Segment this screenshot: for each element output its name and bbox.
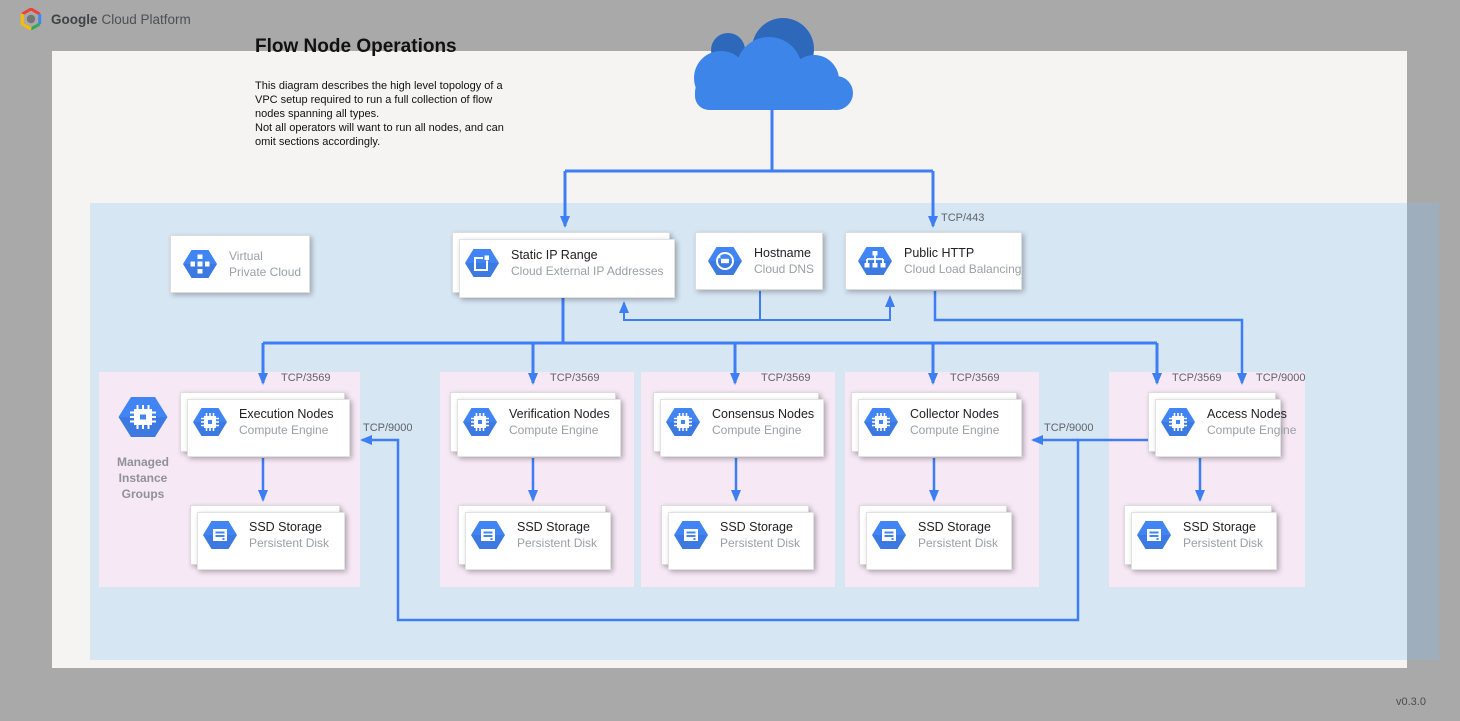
static-ip-range-card: Static IP Range Cloud External IP Addres… [452,232,670,293]
port-label-tcp9000-collector: TCP/9000 [1044,422,1094,434]
external-ip-icon [464,247,500,279]
port-label-tcp3569-verification: TCP/3569 [550,372,600,384]
access-ssd-title: SSD Storage [1183,519,1263,535]
compute-engine-icon [1160,406,1196,438]
vpc-card-line2: Private Cloud [229,264,301,280]
access-nodes-subtitle: Compute Engine [1207,422,1296,438]
persistent-disk-icon [202,519,238,551]
access-nodes-card: Access Nodes Compute Engine [1148,392,1276,452]
cloud-icon [683,16,863,112]
compute-engine-icon [665,406,701,438]
verification-nodes-subtitle: Compute Engine [509,422,610,438]
virtual-private-cloud-icon [182,248,218,280]
execution-nodes-card: Execution Nodes Compute Engine [180,392,345,452]
verification-nodes-title: Verification Nodes [509,406,610,422]
compute-engine-icon [462,406,498,438]
port-label-tcp9000-access: TCP/9000 [1256,372,1306,384]
verification-ssd-subtitle: Persistent Disk [517,535,597,551]
hostname-card: Hostname Cloud DNS [695,232,823,290]
consensus-ssd-card: SSD Storage Persistent Disk [661,505,809,565]
execution-ssd-subtitle: Persistent Disk [249,535,329,551]
persistent-disk-icon [673,519,709,551]
verification-nodes-card: Verification Nodes Compute Engine [450,392,616,452]
compute-engine-icon [192,406,228,438]
version-label: v0.3.0 [1396,696,1426,708]
port-label-tcp3569-consensus: TCP/3569 [761,372,811,384]
execution-nodes-subtitle: Compute Engine [239,422,334,438]
consensus-nodes-card: Consensus Nodes Compute Engine [653,392,819,452]
access-ssd-subtitle: Persistent Disk [1183,535,1263,551]
persistent-disk-icon [1136,519,1172,551]
port-label-tcp3569-collector: TCP/3569 [950,372,1000,384]
port-label-tcp9000-execution: TCP/9000 [363,422,413,434]
public-http-title: Public HTTP [904,245,1021,261]
cloud-dns-icon [707,245,743,277]
compute-engine-icon [863,406,899,438]
virtual-private-cloud-card: Virtual Private Cloud [170,235,310,293]
execution-ssd-title: SSD Storage [249,519,329,535]
page-title: Flow Node Operations [255,36,457,58]
static-ip-subtitle: Cloud External IP Addresses [511,263,664,279]
access-ssd-card: SSD Storage Persistent Disk [1124,505,1272,565]
execution-ssd-card: SSD Storage Persistent Disk [190,505,340,565]
page-description: This diagram describes the high level to… [255,79,540,149]
collector-ssd-subtitle: Persistent Disk [918,535,998,551]
consensus-ssd-title: SSD Storage [720,519,800,535]
persistent-disk-icon [470,519,506,551]
brand-secondary: Cloud Platform [102,12,191,27]
collector-nodes-title: Collector Nodes [910,406,999,422]
vpc-card-line1: Virtual [229,248,301,264]
port-label-tcp3569-execution: TCP/3569 [281,372,331,384]
public-http-card: Public HTTP Cloud Load Balancing [845,232,1022,290]
persistent-disk-icon [871,519,907,551]
collector-ssd-card: SSD Storage Persistent Disk [859,505,1007,565]
consensus-ssd-subtitle: Persistent Disk [720,535,800,551]
collector-nodes-card: Collector Nodes Compute Engine [851,392,1017,452]
execution-nodes-title: Execution Nodes [239,406,334,422]
port-label-tcp3569-access: TCP/3569 [1172,372,1222,384]
brand-header: Google Cloud Platform [20,8,191,30]
hostname-title: Hostname [754,245,814,261]
brand-primary: Google [51,12,98,27]
load-balancing-icon [857,245,893,277]
public-http-subtitle: Cloud Load Balancing [904,261,1021,277]
google-cloud-logo-icon [20,8,42,30]
managed-instance-groups-icon [117,394,169,440]
collector-nodes-subtitle: Compute Engine [910,422,999,438]
verification-ssd-title: SSD Storage [517,519,597,535]
diagram-stage: Google Cloud Platform Flow Node Operation… [0,0,1460,721]
consensus-nodes-subtitle: Compute Engine [712,422,814,438]
access-nodes-title: Access Nodes [1207,406,1296,422]
collector-ssd-title: SSD Storage [918,519,998,535]
brand-text: Google Cloud Platform [51,12,191,27]
static-ip-title: Static IP Range [511,247,664,263]
managed-instance-groups-label: Managed Instance Groups [97,454,189,502]
hostname-subtitle: Cloud DNS [754,261,814,277]
port-label-tcp443: TCP/443 [941,212,984,224]
verification-ssd-card: SSD Storage Persistent Disk [458,505,606,565]
consensus-nodes-title: Consensus Nodes [712,406,814,422]
